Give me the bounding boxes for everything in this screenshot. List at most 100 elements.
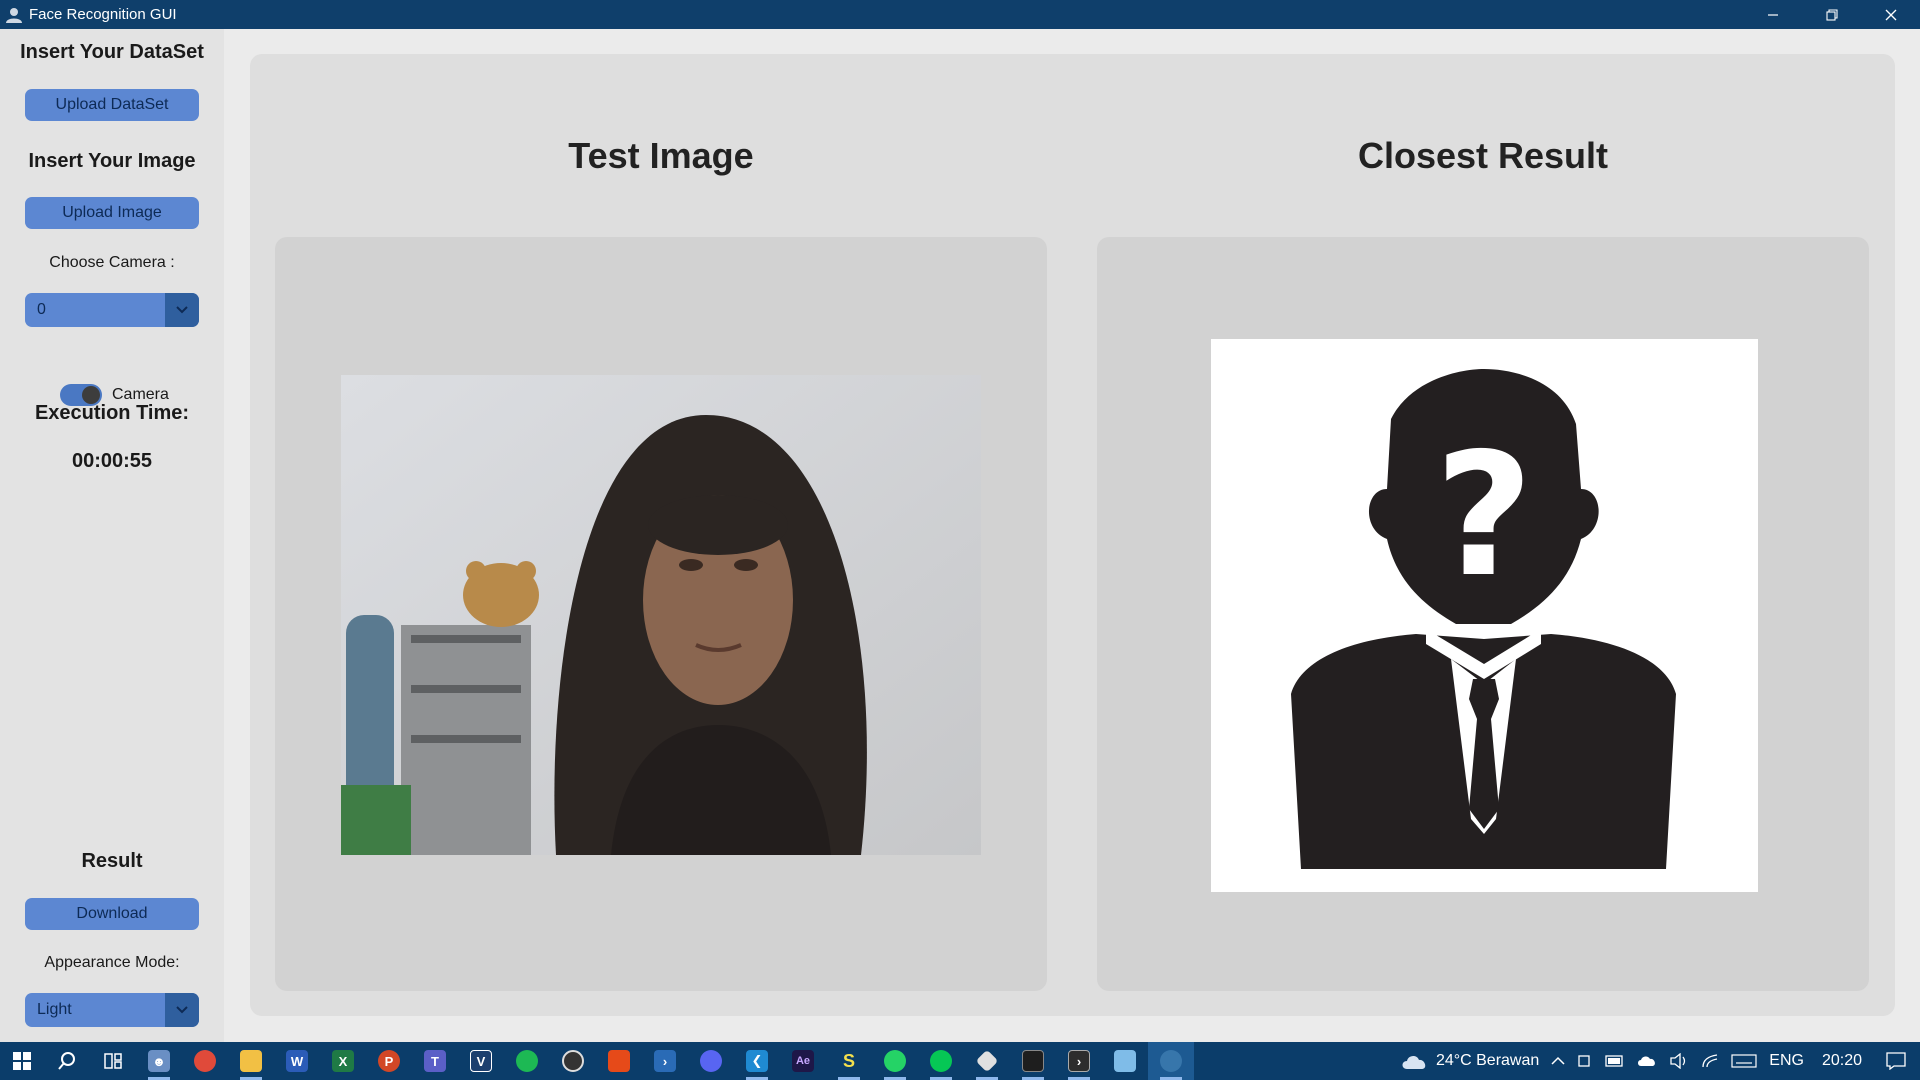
taskbar-python[interactable]: [1148, 1042, 1194, 1080]
whatsapp-icon: [884, 1050, 906, 1072]
taskbar-app-s[interactable]: S: [826, 1042, 872, 1080]
powershell-icon: ›: [654, 1050, 676, 1072]
restore-icon: [1825, 8, 1838, 21]
app-v-icon: V: [470, 1050, 492, 1072]
chevron-up-icon[interactable]: [1551, 1056, 1565, 1066]
file-explorer-icon: [240, 1050, 262, 1072]
chevron-down-icon: [176, 1006, 188, 1014]
system-tray: 24°C Berawan ENG 20:20: [1394, 1042, 1920, 1080]
chrome-icon: [194, 1050, 216, 1072]
camera-select[interactable]: 0: [25, 293, 199, 327]
notification-icon[interactable]: [1886, 1052, 1906, 1070]
office-icon: [608, 1050, 630, 1072]
taskbar-whatsapp[interactable]: [872, 1042, 918, 1080]
taskbar-search[interactable]: [44, 1042, 90, 1080]
taskbar-word[interactable]: W: [274, 1042, 320, 1080]
camera-select-value: 0: [37, 301, 46, 318]
taskbar-terminal-2[interactable]: ›: [1056, 1042, 1102, 1080]
choose-camera-label: Choose Camera :: [49, 254, 175, 271]
cloud-icon: [1402, 1055, 1426, 1069]
svg-text:?: ?: [1435, 417, 1534, 615]
discord-icon: [700, 1050, 722, 1072]
taskbar: ☻ W X P T V › ❮ Ae S › 24°C Berawan ENG …: [0, 1042, 1920, 1080]
upload-image-button[interactable]: Upload Image: [25, 197, 199, 229]
weather-text: 24°C Berawan: [1435, 1052, 1540, 1069]
taskbar-vscode[interactable]: ❮: [734, 1042, 780, 1080]
vscode-icon: ❮: [746, 1050, 768, 1072]
image-heading: Insert Your Image: [28, 150, 196, 172]
obs-icon: [562, 1050, 584, 1072]
taskbar-terminal[interactable]: [1010, 1042, 1056, 1080]
taskbar-after-effects[interactable]: Ae: [780, 1042, 826, 1080]
window-title: Face Recognition GUI: [29, 6, 177, 23]
onedrive-icon[interactable]: [1637, 1055, 1657, 1067]
upload-dataset-button[interactable]: Upload DataSet: [25, 89, 199, 121]
battery-icon[interactable]: [1605, 1055, 1625, 1067]
close-icon: [1885, 9, 1896, 20]
terminal-icon: [1022, 1050, 1044, 1072]
wifi-icon[interactable]: [1701, 1053, 1719, 1069]
unknown-person-icon: ?: [1291, 369, 1676, 869]
taskbar-teams[interactable]: T: [412, 1042, 458, 1080]
taskbar-excel[interactable]: X: [320, 1042, 366, 1080]
title-bar: Face Recognition GUI: [0, 0, 1920, 29]
result-heading: Result: [81, 850, 143, 872]
taskbar-task-view[interactable]: [90, 1042, 136, 1080]
restore-button[interactable]: [1802, 0, 1861, 29]
closest-result-image: ?: [1211, 339, 1758, 892]
search-icon: [58, 1052, 75, 1070]
minimize-icon: [1767, 13, 1778, 16]
clock[interactable]: 20:20: [1822, 1052, 1862, 1070]
start-button[interactable]: [0, 1042, 44, 1080]
taskbar-app[interactable]: ☻: [136, 1042, 182, 1080]
taskbar-office[interactable]: [596, 1042, 642, 1080]
taskbar-notepad[interactable]: [1102, 1042, 1148, 1080]
taskbar-powerpoint[interactable]: P: [366, 1042, 412, 1080]
meet-now-icon[interactable]: [1577, 1053, 1593, 1069]
test-image: [341, 375, 981, 855]
app-icon: ☻: [148, 1050, 170, 1072]
keyboard-icon[interactable]: [1731, 1053, 1757, 1069]
taskbar-line[interactable]: [918, 1042, 964, 1080]
user-icon: [3, 4, 25, 26]
excel-icon: X: [332, 1050, 354, 1072]
terminal-2-icon: ›: [1068, 1050, 1090, 1072]
after-effects-icon: Ae: [792, 1050, 814, 1072]
windows-start-icon: [13, 1052, 31, 1070]
volume-icon[interactable]: [1669, 1053, 1689, 1069]
camera-select-toggle[interactable]: [165, 293, 199, 327]
execution-time-heading: Execution Time:: [34, 402, 190, 424]
taskbar-obs[interactable]: [550, 1042, 596, 1080]
sidebar: Insert Your DataSet Upload DataSet Inser…: [0, 29, 224, 1042]
taskbar-discord[interactable]: [688, 1042, 734, 1080]
download-button[interactable]: Download: [25, 898, 199, 930]
taskbar-spotify[interactable]: [504, 1042, 550, 1080]
close-button[interactable]: [1861, 0, 1920, 29]
weather-widget[interactable]: 24°C Berawan: [1400, 1051, 1539, 1071]
app-s-icon: S: [842, 1050, 855, 1071]
task-view-icon: [104, 1053, 122, 1069]
taskbar-app-v[interactable]: V: [458, 1042, 504, 1080]
word-icon: W: [286, 1050, 308, 1072]
git-icon: [975, 1049, 999, 1073]
appearance-mode-toggle[interactable]: [165, 993, 199, 1027]
dataset-heading: Insert Your DataSet: [20, 41, 204, 63]
powerpoint-icon: P: [378, 1050, 400, 1072]
appearance-mode-select[interactable]: Light: [25, 993, 199, 1027]
python-icon: [1160, 1050, 1182, 1072]
appearance-mode-label: Appearance Mode:: [44, 954, 180, 971]
taskbar-file-explorer[interactable]: [228, 1042, 274, 1080]
taskbar-git[interactable]: [964, 1042, 1010, 1080]
notepad-icon: [1114, 1050, 1136, 1072]
spotify-icon: [516, 1050, 538, 1072]
test-image-title: Test Image: [568, 135, 754, 176]
execution-time-value: 00:00:55: [71, 450, 153, 472]
language-indicator[interactable]: ENG: [1769, 1052, 1804, 1070]
minimize-button[interactable]: [1743, 0, 1802, 29]
appearance-mode-value: Light: [37, 1001, 72, 1018]
closest-result-title: Closest Result: [1357, 135, 1609, 176]
teams-icon: T: [424, 1050, 446, 1072]
taskbar-chrome[interactable]: [182, 1042, 228, 1080]
taskbar-powershell[interactable]: ›: [642, 1042, 688, 1080]
line-icon: [930, 1050, 952, 1072]
